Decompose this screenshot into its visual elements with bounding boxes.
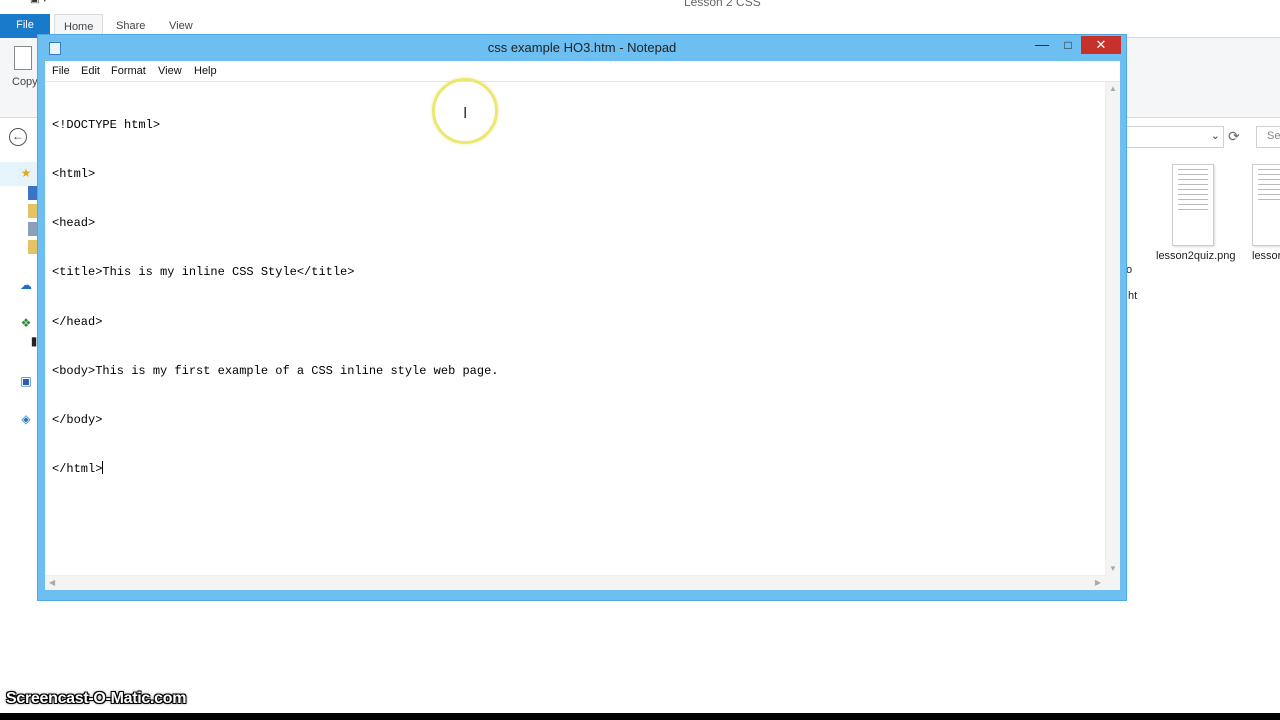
scroll-up-icon[interactable]: ▲ <box>1109 84 1117 93</box>
code-line: <body>This is my first example of a CSS … <box>52 363 499 378</box>
homegroup-icon[interactable]: ❖ <box>18 316 34 330</box>
search-input[interactable]: Se <box>1256 126 1280 148</box>
code-line: <html> <box>52 167 96 182</box>
network-icon[interactable]: ◈ <box>18 412 34 426</box>
editor-text[interactable]: <!DOCTYPE html> <html> <head> <title>Thi… <box>52 84 1092 574</box>
file-name-label[interactable]: lesson2quiz.png <box>1156 250 1236 262</box>
copy-button-label[interactable]: Copy <box>12 76 38 88</box>
horizontal-scrollbar[interactable]: ◀ ▶ <box>45 575 1105 590</box>
navigation-pane: ★ ☁ ❖ ▮ ▣ ◈ <box>0 156 40 713</box>
minimize-icon[interactable]: — <box>1034 35 1050 55</box>
copy-icon[interactable] <box>14 46 32 70</box>
menu-format[interactable]: Format <box>111 61 146 82</box>
notepad-window: css example HO3.htm - Notepad — □ ✕ File… <box>37 34 1127 601</box>
quick-access-toolbar[interactable]: ▣ ▾ <box>30 0 47 5</box>
menu-bar: File Edit Format View Help <box>45 61 1120 82</box>
back-arrow-icon[interactable]: ← <box>9 128 27 146</box>
vertical-scrollbar[interactable]: ▲ ▼ <box>1105 82 1120 575</box>
code-line-last: </html> <box>52 461 1092 477</box>
file-list-pane: lesson2quiz.png lessor o ht <box>1126 156 1280 713</box>
notepad-title-bar[interactable]: css example HO3.htm - Notepad <box>38 35 1126 61</box>
code-line: </head> <box>52 314 103 329</box>
scroll-right-icon[interactable]: ▶ <box>1095 578 1101 587</box>
file-name-label[interactable]: lessor <box>1252 250 1280 262</box>
file-thumbnail[interactable] <box>1172 164 1214 246</box>
explorer-window-title: Lesson 2 CSS <box>684 0 761 9</box>
this-pc-icon[interactable]: ▣ <box>18 374 34 388</box>
refresh-icon[interactable]: ⟳ <box>1228 128 1240 145</box>
code-line: </body> <box>52 413 103 428</box>
bottom-black-bar <box>0 713 1280 720</box>
ibeam-cursor-icon: Ⅰ <box>463 104 468 122</box>
menu-edit[interactable]: Edit <box>81 61 100 82</box>
maximize-icon[interactable]: □ <box>1060 35 1076 55</box>
code-line: <head> <box>52 216 96 231</box>
close-icon[interactable]: ✕ <box>1081 36 1121 54</box>
partial-file-label: ht <box>1128 290 1138 302</box>
chevron-down-icon[interactable]: ⌄ <box>1211 129 1220 142</box>
notepad-app-icon[interactable] <box>49 42 61 55</box>
code-line: <title>This is my inline CSS Style</titl… <box>52 265 355 280</box>
favorites-star-icon[interactable]: ★ <box>18 166 34 180</box>
menu-help[interactable]: Help <box>194 61 217 82</box>
text-caret <box>102 461 104 475</box>
scroll-down-icon[interactable]: ▼ <box>1109 564 1117 573</box>
menu-file[interactable]: File <box>52 61 70 82</box>
menu-view[interactable]: View <box>158 61 182 82</box>
code-line: <!DOCTYPE html> <box>52 117 161 132</box>
recorder-watermark: Screencast-O-Matic.com <box>6 690 187 707</box>
code-line-text: </html> <box>52 462 103 477</box>
explorer-title-bar: ▣ ▾ Lesson 2 CSS <box>0 0 1280 14</box>
size-grip[interactable] <box>1105 575 1120 590</box>
window-title: css example HO3.htm - Notepad <box>487 40 677 55</box>
onedrive-cloud-icon[interactable]: ☁ <box>18 278 34 292</box>
address-bar[interactable]: ⌄ <box>1126 126 1224 148</box>
file-thumbnail[interactable] <box>1252 164 1280 246</box>
text-editor-area[interactable]: <!DOCTYPE html> <html> <head> <title>Thi… <box>45 82 1120 590</box>
scroll-left-icon[interactable]: ◀ <box>49 578 55 587</box>
